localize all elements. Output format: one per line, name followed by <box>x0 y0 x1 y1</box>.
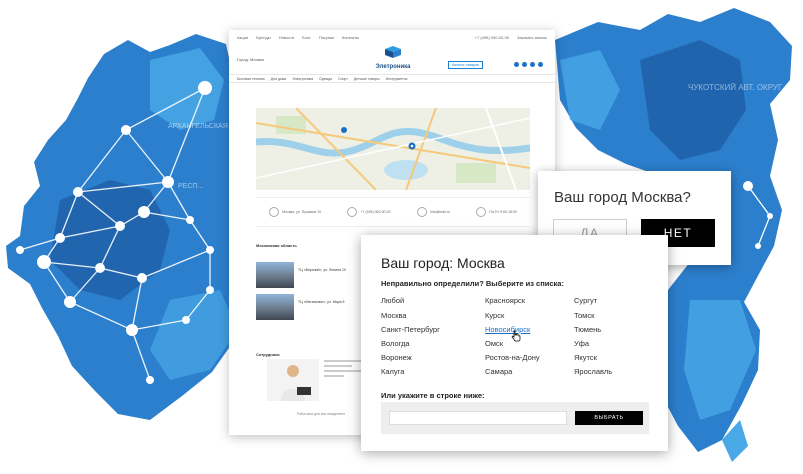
city-option[interactable]: Курск <box>485 311 504 320</box>
site-catalog-button[interactable]: Каталог товаров <box>448 61 483 69</box>
site-logo-name: Элетроника <box>375 64 411 70</box>
manual-entry-label: Или укажите в строке ниже: <box>381 391 485 400</box>
city-option[interactable]: Сургут <box>574 296 597 305</box>
location-icon <box>269 207 280 217</box>
topbar-callback-link[interactable]: Заказать звонок <box>517 35 547 40</box>
city-confirm-question: Ваш город Москва? <box>554 189 691 206</box>
contact-address: Москва, ул. Пушкина 10 <box>269 207 321 217</box>
phone-icon <box>347 207 358 217</box>
city-option-active[interactable]: Новосибирск <box>485 325 530 334</box>
topbar-link-purchases[interactable]: Покупки <box>319 35 334 40</box>
manual-entry-bar: ВЫБРАТЬ <box>381 402 649 434</box>
topbar-phone: +7 (495) 000-00-00 <box>474 34 510 40</box>
clock-icon <box>476 207 487 217</box>
site-nav: Бытовая техника Для дома Электроника Оде… <box>229 74 555 83</box>
nav-item[interactable]: Спорт <box>338 77 348 81</box>
map-pin-icon[interactable] <box>408 142 416 150</box>
city-select-dialog: Ваш город: Москва Неправильно определили… <box>361 235 668 451</box>
city-option[interactable]: Вологда <box>381 339 410 348</box>
street-map-graphic <box>256 108 530 190</box>
topbar-link-blog[interactable]: Блог <box>302 35 311 40</box>
contact-phone: +7 (495) 000-00-00 <box>347 207 391 217</box>
nav-item[interactable]: Для дома <box>271 77 287 81</box>
topbar-link-contacts[interactable]: Контакты <box>342 35 359 40</box>
store-title: ТЦ «Мегаполис», ул. Мира 5 <box>298 300 345 304</box>
map-pin-icon[interactable] <box>341 127 347 133</box>
nav-item[interactable]: Детские товары <box>354 77 380 81</box>
city-option[interactable]: Уфа <box>574 339 589 348</box>
site-topbar: Акции Бренды Новости Блог Покупки Контак… <box>229 30 555 44</box>
city-option[interactable]: Тюмень <box>574 325 601 334</box>
favorites-icon[interactable] <box>538 62 543 67</box>
city-option[interactable]: Омск <box>485 339 503 348</box>
site-logo[interactable]: Элетроника <box>363 46 423 70</box>
topbar-link-brands[interactable]: Бренды <box>256 35 271 40</box>
topbar-link-promo[interactable]: Акции <box>237 35 248 40</box>
city-option[interactable]: Москва <box>381 311 407 320</box>
site-contacts-row: Москва, ул. Пушкина 10 +7 (495) 000-00-0… <box>256 197 530 227</box>
city-option[interactable]: Красноярск <box>485 296 525 305</box>
nav-item[interactable]: Инструменты <box>386 77 408 81</box>
site-footer-note: Работаем для вас ежедневно <box>297 412 346 416</box>
city-option[interactable]: Ярославль <box>574 367 612 376</box>
mail-icon <box>416 207 427 217</box>
city-option[interactable]: Якутск <box>574 353 597 362</box>
map-label-left-region2: РЕСП... <box>178 183 203 190</box>
contact-email[interactable]: Info@mail.ru <box>416 207 450 217</box>
hand-cursor-icon <box>511 330 521 342</box>
section-title-staff: Сотрудники <box>256 352 280 357</box>
map-label-right-region: ЧУКОТСКИЙ АВТ. ОКРУГ <box>688 83 783 92</box>
section-title-stores: Московская область <box>256 243 297 248</box>
city-submit-button[interactable]: ВЫБРАТЬ <box>575 411 643 425</box>
topbar-link-news[interactable]: Новости <box>279 35 294 40</box>
staff-text-lines <box>324 360 364 380</box>
nav-item[interactable]: Одежда <box>319 77 332 81</box>
city-option[interactable]: Томск <box>574 311 594 320</box>
map-east-light-subregion-2 <box>684 300 756 420</box>
city-option[interactable]: Любой <box>381 296 404 305</box>
logo-cube-icon <box>385 46 401 58</box>
site-header: Город: Москва Элетроника Каталог товаров <box>229 44 555 74</box>
site-street-map[interactable] <box>256 108 530 190</box>
city-dialog-title: Ваш город: Москва <box>381 255 505 271</box>
site-header-icons <box>514 62 543 67</box>
search-icon[interactable] <box>514 62 519 67</box>
store-title: ТЦ «Верхний», ул. Ленина 10 <box>298 268 346 272</box>
cart-icon[interactable] <box>530 62 535 67</box>
city-option[interactable]: Калуга <box>381 367 404 376</box>
city-search-input[interactable] <box>389 411 567 425</box>
store-photo <box>256 262 294 288</box>
city-dialog-subtitle: Неправильно определили? Выберите из спис… <box>381 279 564 288</box>
site-city-selector[interactable]: Город: Москва <box>237 57 264 62</box>
city-option[interactable]: Ростов-на-Дону <box>485 353 540 362</box>
nav-item[interactable]: Бытовая техника <box>237 77 265 81</box>
city-option[interactable]: Воронеж <box>381 353 412 362</box>
city-option[interactable]: Самара <box>485 367 512 376</box>
staff-photo <box>267 359 319 401</box>
user-icon[interactable] <box>522 62 527 67</box>
store-photo <box>256 294 294 320</box>
nav-item[interactable]: Электроника <box>292 77 313 81</box>
city-option[interactable]: Санкт-Петербург <box>381 325 440 334</box>
contact-hours: Пн-Пт 9:00-18:00 <box>476 207 517 217</box>
